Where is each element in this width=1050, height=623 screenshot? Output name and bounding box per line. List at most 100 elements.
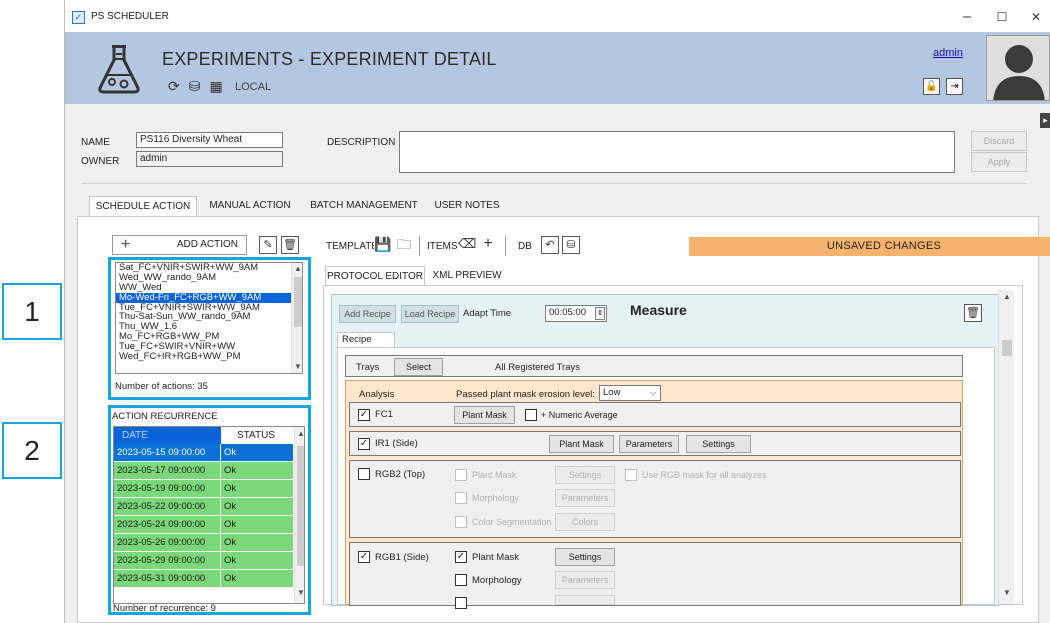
save-template-icon[interactable]: 💾 [374, 236, 392, 254]
app-icon: ✓ [72, 11, 85, 24]
chevron-down-icon: ⌵ [649, 388, 656, 397]
tab-batch-management[interactable]: BATCH MANAGEMENT [310, 196, 418, 216]
maximize-button[interactable]: ☐ [990, 10, 1014, 24]
add-action-button[interactable]: + ADD ACTION [112, 235, 247, 255]
rgb1-plant-mask-label: Plant Mask [472, 552, 519, 563]
unlock-icon[interactable]: 🔓 [923, 78, 940, 95]
description-label: DESCRIPTION [327, 137, 396, 148]
callout-number-1: 1 [2, 283, 62, 340]
close-button[interactable]: ✕ [1024, 10, 1048, 24]
fc1-label: FC1 [375, 409, 393, 420]
fc1-row [349, 402, 961, 427]
plus-icon: + [121, 236, 131, 253]
rgb1-checkbox[interactable]: ✓ [358, 551, 370, 563]
callout-number-2: 2 [2, 422, 62, 479]
owner-label: OWNER [81, 156, 120, 167]
tab-protocol-editor[interactable]: PROTOCOL EDITOR [325, 266, 425, 286]
rgb1-colors-button[interactable] [555, 595, 615, 605]
database-sync-icon[interactable]: ⛁ [562, 236, 580, 254]
add-recipe-button[interactable]: Add Recipe [339, 305, 396, 323]
ir1-parameters-button[interactable]: Parameters [619, 435, 679, 453]
undo-icon[interactable]: ↶ [541, 236, 559, 254]
rgb1-row [349, 542, 961, 606]
minimize-button[interactable]: – [955, 8, 979, 25]
ir1-checkbox[interactable]: ✓ [358, 438, 370, 450]
rgb2-plant-mask-checkbox[interactable] [455, 469, 467, 481]
user-link[interactable]: admin [933, 47, 963, 59]
logout-icon[interactable]: ⇥ [946, 78, 963, 95]
database-icon[interactable]: ⛁ [189, 78, 201, 94]
tab-recipe-new-1[interactable]: Recipe New:1 [337, 332, 395, 359]
fc1-checkbox[interactable]: ✓ [358, 409, 370, 421]
divider [419, 236, 420, 256]
numeric-average-label: + Numeric Average [541, 410, 618, 420]
rgb2-label: RGB2 (Top) [375, 469, 426, 480]
refresh-icon[interactable]: ⟳ [168, 78, 180, 94]
rgb2-parameters-button[interactable]: Parameters [555, 489, 615, 507]
use-rgb-mask-label: Use RGB mask for all analyzes [642, 470, 767, 480]
trays-value: All Registered Trays [495, 362, 581, 373]
window-title: PS SCHEDULER [91, 11, 169, 22]
name-field[interactable]: PS116 Diversity Wheat [136, 132, 283, 148]
rgb2-checkbox[interactable] [358, 468, 370, 480]
rgb1-color-segmentation-checkbox[interactable] [455, 597, 467, 609]
app-window: ✓ PS SCHEDULER – ☐ ✕ EXPERIMENTS - EXPER… [64, 0, 1050, 623]
rgb1-parameters-button[interactable]: Parameters [555, 571, 615, 589]
name-label: NAME [81, 137, 110, 148]
rgb1-plant-mask-checkbox[interactable]: ✓ [455, 551, 467, 563]
rgb1-settings-button[interactable]: Settings [555, 548, 615, 566]
ir1-plant-mask-button[interactable]: Plant Mask [549, 435, 614, 453]
load-recipe-button[interactable]: Load Recipe [401, 305, 459, 323]
measure-title: Measure [630, 302, 687, 318]
fc1-plant-mask-button[interactable]: Plant Mask [454, 406, 515, 424]
rgb1-morphology-checkbox[interactable] [455, 574, 467, 586]
rgb2-color-segmentation-label: Color Segmentation [472, 517, 552, 527]
rgb2-colors-button[interactable]: Colors [555, 513, 615, 531]
scroll-up-icon[interactable]: ▲ [1001, 292, 1013, 301]
tab-manual-action[interactable]: MANUAL ACTION [200, 196, 300, 216]
apply-button[interactable]: Apply [971, 152, 1027, 172]
erosion-value: Low [603, 387, 621, 398]
owner-field[interactable]: admin [136, 151, 283, 167]
side-panel-toggle-icon[interactable]: ▸ [1040, 113, 1050, 128]
tab-schedule-action[interactable]: SCHEDULE ACTION [89, 196, 197, 216]
location-label: LOCAL [235, 81, 272, 93]
title-bar: ✓ PS SCHEDULER – ☐ ✕ [65, 0, 1050, 32]
divider [505, 236, 506, 256]
ir1-settings-button[interactable]: Settings [686, 435, 751, 453]
erosion-select[interactable]: Low ⌵ [599, 385, 661, 401]
add-item-icon[interactable]: + [479, 236, 497, 254]
header-band: EXPERIMENTS - EXPERIMENT DETAIL ⟳ ⛁ ▦ LOCA… [65, 32, 1050, 104]
rgb2-morphology-checkbox[interactable] [455, 492, 467, 504]
description-field[interactable] [399, 131, 955, 173]
callout-frame-2 [108, 405, 311, 615]
scroll-down-icon[interactable]: ▼ [1001, 588, 1013, 597]
tab-user-notes[interactable]: USER NOTES [427, 196, 507, 216]
scroll-thumb[interactable] [1002, 340, 1012, 356]
editor-scrollbar[interactable]: ▲ ▼ [998, 290, 1014, 604]
eraser-icon[interactable]: ⌫ [458, 236, 476, 254]
time-spinner-icon[interactable]: ⇕ [595, 307, 605, 320]
template-label: TEMPLATE [326, 241, 379, 252]
rgb1-label: RGB1 (Side) [375, 552, 429, 563]
numeric-average-checkbox[interactable] [525, 409, 537, 421]
open-folder-icon[interactable]: 🗀 [395, 236, 413, 254]
ir1-label: IR1 (Side) [375, 438, 418, 449]
select-trays-button[interactable]: Select [394, 358, 443, 376]
add-action-label: ADD ACTION [176, 239, 238, 250]
use-rgb-mask-checkbox[interactable] [625, 469, 637, 481]
calculator-icon[interactable]: ▦ [209, 78, 222, 94]
items-label: ITEMS [427, 241, 458, 252]
rgb2-color-segmentation-checkbox[interactable] [455, 516, 467, 528]
trash-icon[interactable]: 🗑 [281, 236, 299, 254]
discard-button[interactable]: Discard [971, 131, 1027, 151]
edit-pencil-icon[interactable]: ✎ [259, 236, 277, 254]
user-silhouette-icon [993, 45, 1045, 100]
page-title: EXPERIMENTS - EXPERIMENT DETAIL [162, 49, 497, 69]
tab-xml-preview[interactable]: XML PREVIEW [427, 266, 507, 286]
rgb2-morphology-label: Morphology [472, 493, 520, 503]
avatar [986, 35, 1050, 101]
rgb2-settings-button[interactable]: Settings [555, 466, 615, 484]
unsaved-changes-banner: UNSAVED CHANGES [689, 237, 1050, 256]
delete-measure-icon[interactable]: 🗑 [964, 304, 982, 322]
